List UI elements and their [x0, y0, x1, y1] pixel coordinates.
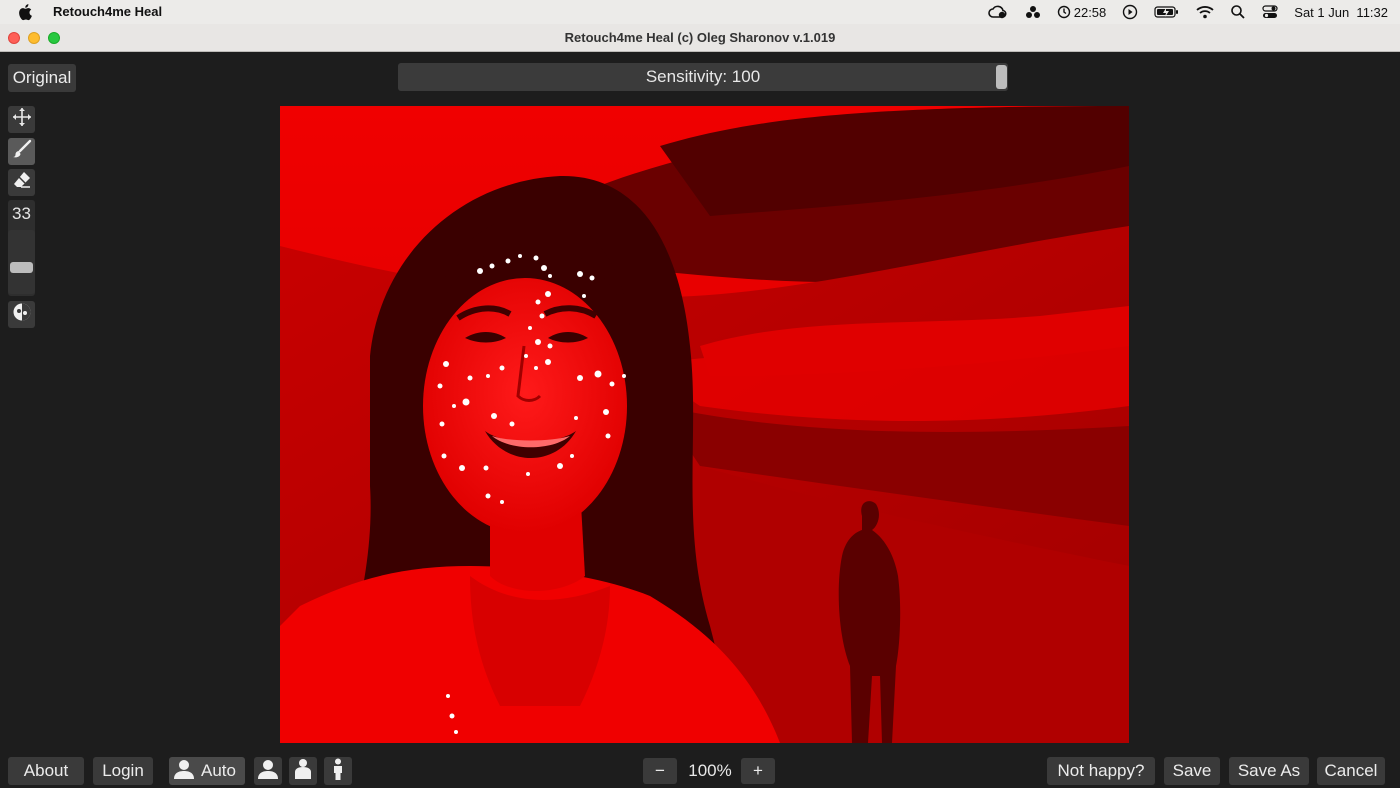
brush-icon: [12, 139, 32, 164]
window-title-bar: Retouch4me Heal (c) Oleg Sharonov v.1.01…: [0, 24, 1400, 52]
portrait-mode-button[interactable]: [254, 757, 282, 785]
auto-mode-label: Auto: [201, 761, 236, 780]
wifi-icon[interactable]: [1196, 0, 1214, 24]
about-button[interactable]: About: [8, 757, 84, 785]
app-content: Original Sensitivity: 100 33 About Login…: [0, 52, 1400, 788]
dropbox-icon[interactable]: [1025, 0, 1041, 24]
zoom-in-button[interactable]: +: [741, 758, 775, 784]
apple-icon[interactable]: [18, 3, 34, 21]
half-body-mode-button[interactable]: [289, 757, 317, 785]
sensitivity-slider-handle[interactable]: [996, 65, 1007, 89]
brush-tool-button[interactable]: [8, 138, 35, 165]
menu-bar: Retouch4me Heal 22:58 Sat 1 Jun 11:32: [0, 0, 1400, 24]
brush-size-slider-handle[interactable]: [10, 262, 33, 273]
half-body-icon: [293, 758, 313, 785]
full-body-mode-button[interactable]: [324, 757, 352, 785]
menubar-app-name[interactable]: Retouch4me Heal: [53, 4, 162, 19]
auto-mode-button[interactable]: Auto: [169, 757, 245, 785]
cancel-button[interactable]: Cancel: [1317, 757, 1385, 785]
brush-size-slider[interactable]: [8, 230, 35, 294]
eraser-icon: [12, 170, 32, 195]
mask-toggle-button[interactable]: [8, 301, 35, 328]
move-icon: [12, 107, 32, 132]
full-body-icon: [331, 758, 345, 785]
move-tool-button[interactable]: [8, 106, 35, 133]
brush-size-control: 33: [8, 200, 35, 296]
sensitivity-label: Sensitivity: 100: [645, 67, 761, 86]
not-happy-button[interactable]: Not happy?: [1047, 757, 1155, 785]
sensitivity-slider[interactable]: Sensitivity: 100: [398, 63, 1008, 91]
menubar-datetime[interactable]: Sat 1 Jun 11:32: [1294, 0, 1388, 24]
portrait-icon: [257, 758, 279, 785]
original-button[interactable]: Original: [8, 64, 76, 92]
control-center-icon[interactable]: [1262, 0, 1278, 24]
photo-canvas[interactable]: [280, 106, 1129, 743]
mask-toggle-icon: [12, 302, 32, 327]
brush-size-value: 33: [12, 204, 31, 223]
zoom-level: 100%: [688, 761, 732, 780]
save-button[interactable]: Save: [1164, 757, 1220, 785]
timer-icon[interactable]: 22:58: [1057, 0, 1107, 24]
battery-icon[interactable]: [1154, 0, 1180, 24]
auto-person-icon: [173, 758, 195, 785]
spotlight-icon[interactable]: [1230, 0, 1246, 24]
zoom-out-button[interactable]: −: [643, 758, 677, 784]
eraser-tool-button[interactable]: [8, 169, 35, 196]
login-button[interactable]: Login: [93, 757, 153, 785]
save-as-button[interactable]: Save As: [1229, 757, 1309, 785]
window-title: Retouch4me Heal (c) Oleg Sharonov v.1.01…: [564, 30, 836, 45]
timer-value: 22:58: [1073, 4, 1107, 20]
photo-image: [280, 106, 1129, 743]
play-icon[interactable]: [1122, 0, 1138, 24]
creative-cloud-icon[interactable]: [987, 0, 1009, 24]
